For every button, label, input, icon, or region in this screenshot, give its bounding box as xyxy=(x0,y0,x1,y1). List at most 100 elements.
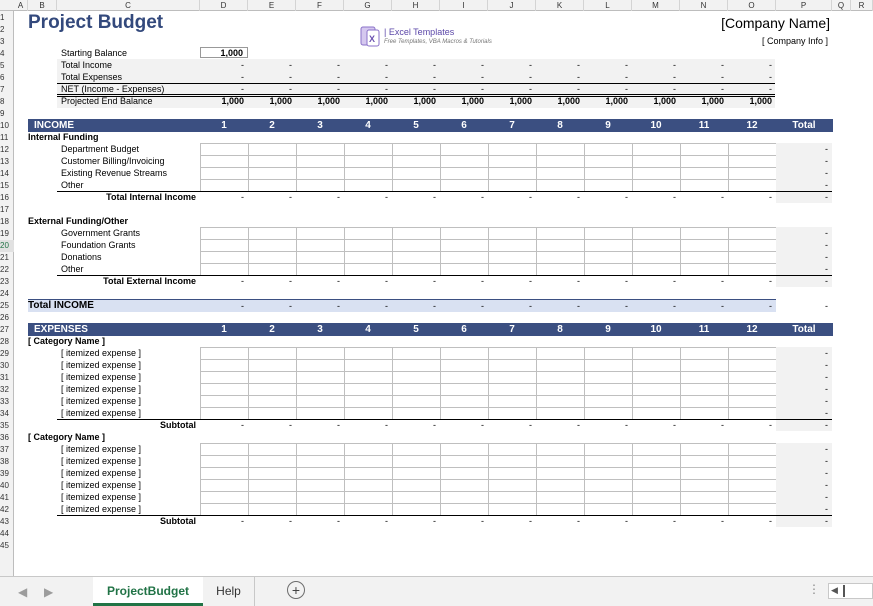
entry-cell[interactable] xyxy=(297,228,345,240)
entry-cell[interactable] xyxy=(297,468,345,480)
row-header[interactable]: 32 xyxy=(0,384,14,396)
entry-cell[interactable] xyxy=(585,480,633,492)
summary-value[interactable]: - xyxy=(296,71,344,83)
summary-value[interactable]: - xyxy=(632,71,680,83)
summary-value[interactable]: - xyxy=(200,59,248,71)
entry-cell[interactable] xyxy=(681,396,729,408)
entry-cell[interactable] xyxy=(537,348,585,360)
summary-value[interactable]: - xyxy=(440,71,488,83)
summary-value[interactable]: - xyxy=(200,71,248,83)
row-header[interactable]: 21 xyxy=(0,252,14,264)
row-header[interactable]: 4 xyxy=(0,48,14,60)
entry-cell[interactable] xyxy=(681,468,729,480)
entry-cell[interactable] xyxy=(681,252,729,264)
row-header[interactable]: 14 xyxy=(0,168,14,180)
entry-cell[interactable] xyxy=(681,492,729,504)
entry-cell[interactable] xyxy=(537,444,585,456)
entry-cell[interactable] xyxy=(537,144,585,156)
entry-cell[interactable] xyxy=(297,456,345,468)
entry-cell[interactable] xyxy=(489,372,537,384)
entry-cell[interactable] xyxy=(585,384,633,396)
row-header[interactable]: 8 xyxy=(0,96,14,108)
entry-cell[interactable] xyxy=(201,240,249,252)
entry-cell[interactable] xyxy=(729,384,777,396)
summary-value[interactable]: - xyxy=(344,71,392,83)
row-header[interactable]: 29 xyxy=(0,348,14,360)
entry-cell[interactable] xyxy=(489,468,537,480)
entry-cell[interactable] xyxy=(537,372,585,384)
entry-cell[interactable] xyxy=(537,384,585,396)
entry-cell[interactable] xyxy=(633,156,681,168)
entry-cell[interactable] xyxy=(201,468,249,480)
entry-cell[interactable] xyxy=(393,156,441,168)
row-header[interactable]: 41 xyxy=(0,492,14,504)
row-header[interactable]: 12 xyxy=(0,144,14,156)
entry-cell[interactable] xyxy=(633,468,681,480)
entry-cell[interactable] xyxy=(201,168,249,180)
summary-value[interactable]: - xyxy=(536,59,584,71)
column-header[interactable]: N xyxy=(680,0,728,11)
column-header[interactable]: K xyxy=(536,0,584,11)
entry-cell[interactable] xyxy=(249,144,297,156)
entry-cell[interactable] xyxy=(393,360,441,372)
entry-cell[interactable] xyxy=(537,480,585,492)
entry-cell[interactable] xyxy=(585,444,633,456)
entry-cell[interactable] xyxy=(729,492,777,504)
row-header[interactable]: 27 xyxy=(0,324,14,336)
entry-cell[interactable] xyxy=(681,168,729,180)
entry-cell[interactable] xyxy=(585,240,633,252)
entry-cell[interactable] xyxy=(441,252,489,264)
entry-cell[interactable] xyxy=(345,252,393,264)
row-header[interactable]: 10 xyxy=(0,120,14,132)
entry-cell[interactable] xyxy=(441,228,489,240)
entry-cell[interactable] xyxy=(441,384,489,396)
entry-cell[interactable] xyxy=(393,492,441,504)
entry-cell[interactable] xyxy=(297,168,345,180)
entry-cell[interactable] xyxy=(441,444,489,456)
entry-cell[interactable] xyxy=(489,384,537,396)
row-header[interactable]: 39 xyxy=(0,468,14,480)
entry-cell[interactable] xyxy=(249,252,297,264)
row-header[interactable]: 18 xyxy=(0,216,14,228)
summary-value[interactable]: - xyxy=(392,59,440,71)
entry-cell[interactable] xyxy=(729,228,777,240)
entry-cell[interactable] xyxy=(585,168,633,180)
entry-cell[interactable] xyxy=(585,468,633,480)
entry-cell[interactable] xyxy=(537,252,585,264)
entry-cell[interactable] xyxy=(345,372,393,384)
entry-cell[interactable] xyxy=(729,144,777,156)
entry-cell[interactable] xyxy=(729,480,777,492)
entry-cell[interactable] xyxy=(345,456,393,468)
row-header[interactable]: 22 xyxy=(0,264,14,276)
column-header[interactable]: A xyxy=(14,0,28,11)
entry-cell[interactable] xyxy=(681,240,729,252)
summary-value[interactable]: - xyxy=(488,71,536,83)
summary-value[interactable]: - xyxy=(584,71,632,83)
entry-cell[interactable] xyxy=(489,396,537,408)
column-header[interactable]: P xyxy=(776,0,832,11)
row-header[interactable]: 3 xyxy=(0,36,14,48)
entry-cell[interactable] xyxy=(489,240,537,252)
scroll-left-icon[interactable]: ◀ xyxy=(831,585,838,596)
entry-cell[interactable] xyxy=(633,360,681,372)
entry-cell[interactable] xyxy=(297,492,345,504)
entry-cell[interactable] xyxy=(633,480,681,492)
entry-cell[interactable] xyxy=(201,372,249,384)
entry-cell[interactable] xyxy=(201,228,249,240)
row-header[interactable]: 26 xyxy=(0,312,14,324)
row-header[interactable]: 9 xyxy=(0,108,14,120)
entry-cell[interactable] xyxy=(729,372,777,384)
entry-cell[interactable] xyxy=(585,252,633,264)
entry-cell[interactable] xyxy=(729,456,777,468)
summary-value[interactable]: - xyxy=(728,71,776,83)
summary-value[interactable]: - xyxy=(680,71,728,83)
summary-value[interactable]: - xyxy=(248,59,296,71)
column-header[interactable]: I xyxy=(440,0,488,11)
entry-cell[interactable] xyxy=(345,348,393,360)
entry-cell[interactable] xyxy=(537,168,585,180)
tab-scroll-left-icon[interactable]: ◀ xyxy=(18,585,27,599)
horizontal-scrollbar[interactable]: ◀ xyxy=(828,583,873,599)
column-header[interactable]: C xyxy=(57,0,200,11)
entry-cell[interactable] xyxy=(729,168,777,180)
entry-cell[interactable] xyxy=(249,444,297,456)
